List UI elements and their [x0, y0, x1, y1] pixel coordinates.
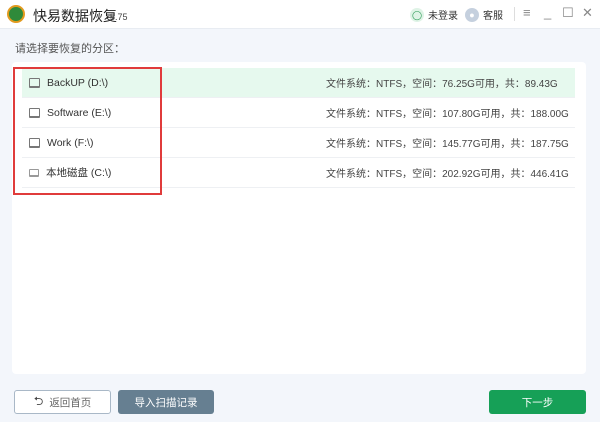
- app-version: 5.75: [110, 12, 128, 22]
- prompt-label: 请选择要恢复的分区：: [15, 43, 125, 55]
- title-bar: 快易数据恢复 5.75 ◯ 未登录 ● 客服 ≡ _ ☐ ✕: [0, 0, 600, 29]
- login-button[interactable]: ◯ 未登录: [410, 7, 458, 22]
- partition-info: 文件系统：NTFS，空间：107.80G可用，共：188.00G: [326, 109, 569, 120]
- back-label: 返回首页: [49, 396, 92, 409]
- close-icon[interactable]: ✕: [582, 5, 593, 21]
- next-button[interactable]: 下一步: [489, 390, 586, 414]
- highlight-box: [13, 67, 162, 195]
- login-label: 未登录: [428, 11, 458, 22]
- app-title: 快易数据恢复: [33, 8, 117, 24]
- divider: [514, 7, 515, 21]
- partition-info: 文件系统：NTFS，空间：145.77G可用，共：187.75G: [326, 139, 569, 150]
- service-button[interactable]: ● 客服: [465, 7, 503, 22]
- partition-info: 文件系统：NTFS，空间：76.25G可用，共：89.43G: [326, 79, 558, 90]
- headset-icon: ●: [465, 7, 479, 22]
- minimize-icon[interactable]: _: [544, 5, 551, 20]
- maximize-icon[interactable]: ☐: [562, 5, 574, 21]
- back-home-button[interactable]: ⮌ 返回首页: [14, 390, 111, 414]
- user-icon: ◯: [410, 7, 424, 22]
- menu-icon[interactable]: ≡: [523, 5, 531, 20]
- import-scan-button[interactable]: 导入扫描记录: [118, 390, 214, 414]
- return-icon: ⮌: [33, 393, 44, 408]
- partition-info: 文件系统：NTFS，空间：202.92G可用，共：446.41G: [326, 169, 569, 180]
- app-logo: [7, 5, 25, 23]
- service-label: 客服: [483, 11, 503, 22]
